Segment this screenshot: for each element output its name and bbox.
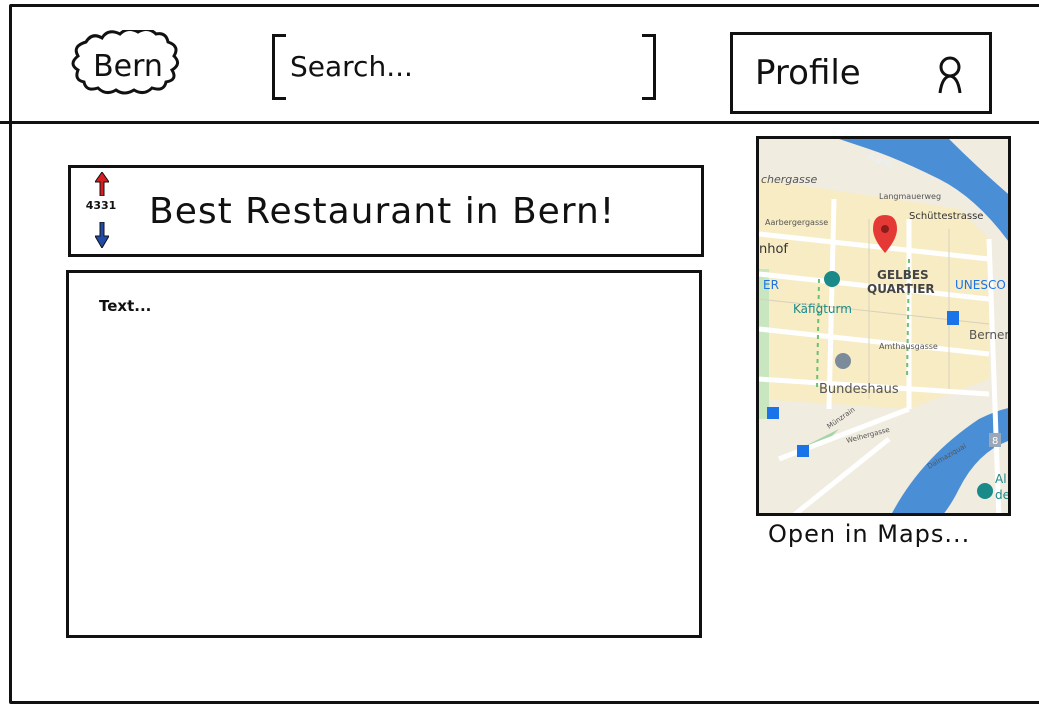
logo-text: Bern [93, 48, 163, 84]
search-bracket-right [642, 34, 656, 100]
transit-icon [947, 311, 959, 325]
map-thumbnail[interactable]: chergasse Langmauerweg Schüttestrasse Aa… [756, 136, 1011, 516]
map-label-area4: UNESCO [955, 278, 1006, 292]
header-divider [0, 121, 1039, 124]
map-label-poi6: de [995, 488, 1010, 502]
tower-icon [824, 271, 840, 287]
map-label-street4: Aarbergergasse [765, 218, 828, 227]
map-label-poi5: Al [995, 472, 1007, 486]
post-title-card: 4331 Best Restaurant in Bern! [68, 165, 704, 257]
post-body-text: Text... [99, 297, 152, 315]
downvote-arrow-icon[interactable] [95, 222, 109, 248]
map-badge-text: 8 [992, 436, 998, 447]
upvote-arrow-icon[interactable] [95, 172, 109, 196]
bus-stop-icon [767, 407, 779, 419]
search-box[interactable] [272, 34, 656, 104]
post-title: Best Restaurant in Bern! [149, 190, 616, 232]
search-input[interactable] [290, 38, 630, 94]
map-label-poi2: Berner [969, 328, 1009, 342]
search-bracket-left [272, 34, 286, 100]
post-body: Text... [66, 270, 702, 638]
map-label-street5: Münzrain [826, 406, 857, 431]
map-label-poi1: Käfigturm [793, 302, 852, 316]
map-image: chergasse Langmauerweg Schüttestrasse Aa… [759, 139, 1010, 513]
profile-label: Profile [755, 53, 861, 93]
museum-icon [977, 483, 993, 499]
map-label-area2: GELBES [877, 268, 929, 282]
map-label-poi4: Bundeshaus [819, 382, 899, 397]
map-label-street1: chergasse [761, 173, 817, 186]
vote-widget: 4331 [81, 172, 121, 252]
app-logo[interactable]: Bern [66, 30, 190, 102]
map-label-area1: nhof [759, 242, 788, 257]
map-label-poi3: Amthausgasse [879, 342, 938, 351]
map-label-street3: Schüttestrasse [909, 211, 983, 222]
bus-stop-icon-2 [797, 445, 809, 457]
map-label-area5: ER [763, 278, 779, 292]
map-label-area3: QUARTIER [867, 282, 935, 296]
vote-count: 4331 [85, 199, 117, 212]
government-icon [835, 353, 851, 369]
map-label-street2: Langmauerweg [879, 192, 941, 201]
open-in-maps-link[interactable]: Open in Maps... [768, 520, 970, 548]
profile-button[interactable]: Profile [730, 32, 992, 114]
user-icon [938, 56, 962, 94]
